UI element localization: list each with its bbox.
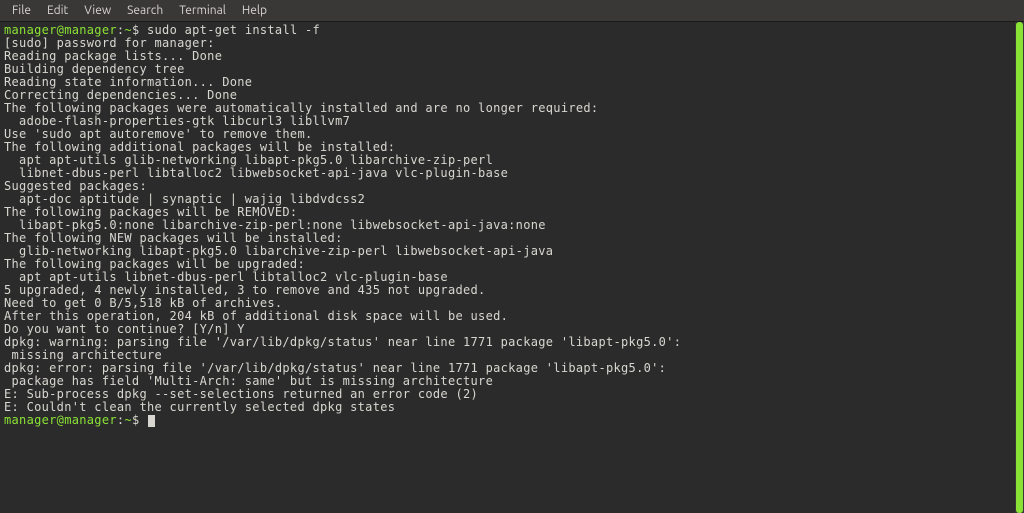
menu-search[interactable]: Search [119, 2, 171, 19]
prompt-symbol: $ [132, 23, 140, 37]
terminal-line: adobe-flash-properties-gtk libcurl3 libl… [4, 114, 350, 128]
prompt-symbol: $ [132, 413, 140, 427]
prompt-user: manager@manager [4, 413, 117, 427]
terminal-line: The following packages will be REMOVED: [4, 205, 297, 219]
terminal-line: Reading state information... Done [4, 75, 252, 89]
terminal-line: libapt-pkg5.0:none libarchive-zip-perl:n… [4, 218, 546, 232]
terminal-line: package has field 'Multi-Arch: same' but… [4, 374, 493, 388]
terminal-content[interactable]: manager@manager:~$ sudo apt-get install … [0, 22, 1014, 513]
scrollbar-thumb[interactable] [1016, 22, 1023, 513]
terminal-line: libnet-dbus-perl libtalloc2 libwebsocket… [4, 166, 508, 180]
menu-edit[interactable]: Edit [39, 2, 76, 19]
terminal-line: 5 upgraded, 4 newly installed, 3 to remo… [4, 283, 486, 297]
terminal-line: apt apt-utils libnet-dbus-perl libtalloc… [4, 270, 448, 284]
menu-file[interactable]: File [4, 2, 39, 19]
prompt-path: ~ [124, 413, 132, 427]
menu-terminal[interactable]: Terminal [171, 2, 234, 19]
terminal-line: The following packages were automaticall… [4, 101, 598, 115]
cursor [148, 415, 155, 427]
terminal-line: apt-doc aptitude | synaptic | wajig libd… [4, 192, 365, 206]
terminal-line: Suggested packages: [4, 179, 147, 193]
prompt-path: ~ [124, 23, 132, 37]
terminal-line: After this operation, 204 kB of addition… [4, 309, 508, 323]
terminal-line: Correcting dependencies... Done [4, 88, 237, 102]
terminal-line: E: Couldn't clean the currently selected… [4, 400, 395, 414]
terminal-line: The following additional packages will b… [4, 140, 395, 154]
menubar: File Edit View Search Terminal Help [0, 0, 1024, 22]
terminal-line: Need to get 0 B/5,518 kB of archives. [4, 296, 282, 310]
menu-help[interactable]: Help [234, 2, 275, 19]
terminal-line: missing architecture [4, 348, 162, 362]
terminal-area[interactable]: manager@manager:~$ sudo apt-get install … [0, 22, 1024, 513]
terminal-line: E: Sub-process dpkg --set-selections ret… [4, 387, 478, 401]
terminal-line: The following packages will be upgraded: [4, 257, 305, 271]
terminal-line: The following NEW packages will be insta… [4, 231, 343, 245]
terminal-line: glib-networking libapt-pkg5.0 libarchive… [4, 244, 553, 258]
terminal-line: Reading package lists... Done [4, 49, 222, 63]
terminal-line: dpkg: warning: parsing file '/var/lib/dp… [4, 335, 681, 349]
terminal-line: dpkg: error: parsing file '/var/lib/dpkg… [4, 361, 666, 375]
prompt-user: manager@manager [4, 23, 117, 37]
terminal-line: Do you want to continue? [Y/n] Y [4, 322, 245, 336]
terminal-line: Building dependency tree [4, 62, 185, 76]
command-text: sudo apt-get install -f [147, 23, 320, 37]
terminal-line: Use 'sudo apt autoremove' to remove them… [4, 127, 313, 141]
terminal-line: [sudo] password for manager: [4, 36, 215, 50]
scrollbar[interactable] [1014, 22, 1024, 513]
terminal-line: apt apt-utils glib-networking libapt-pkg… [4, 153, 493, 167]
menu-view[interactable]: View [76, 2, 119, 19]
